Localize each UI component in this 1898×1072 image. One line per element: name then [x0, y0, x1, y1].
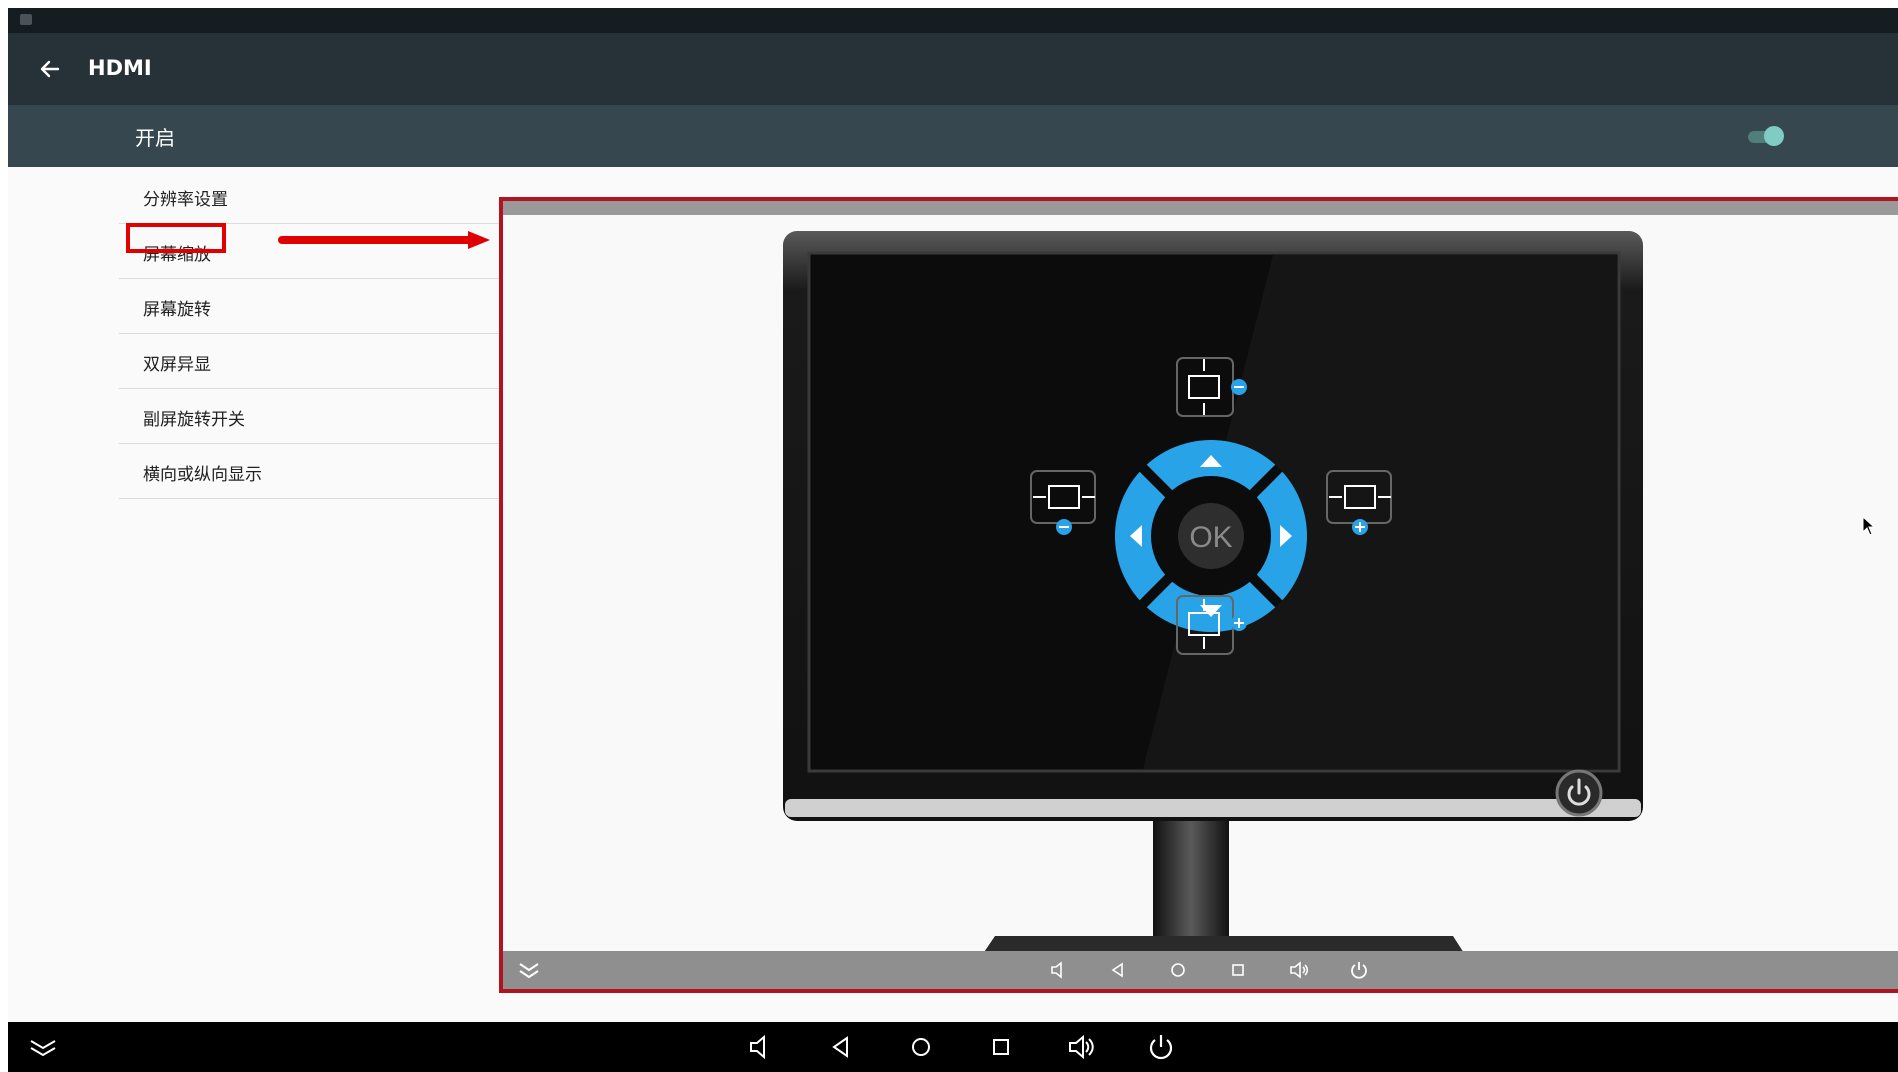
menu-item-orientation[interactable]: 横向或纵向显示 — [119, 444, 506, 499]
power-icon[interactable] — [1146, 1032, 1176, 1062]
preview-status-bar — [503, 201, 1898, 215]
menu-item-label: 副屏旋转开关 — [143, 410, 245, 430]
menu-item-screen-rotation[interactable]: 屏幕旋转 — [119, 279, 506, 334]
power-icon — [1351, 962, 1367, 979]
settings-menu: 分辨率设置 屏幕缩放 屏幕旋转 双屏异显 副屏旋转开关 横向或纵向显示 — [119, 169, 506, 499]
switch-label: 开启 — [135, 126, 175, 150]
home-icon — [1171, 963, 1185, 977]
status-bar — [8, 8, 1898, 33]
action-bar: HDMI — [8, 33, 1898, 105]
mouse-cursor-icon — [1862, 516, 1876, 536]
notification-icon — [20, 14, 32, 25]
ok-button-label: OK — [1189, 521, 1232, 554]
master-switch-bar[interactable]: 开启 — [8, 105, 1898, 167]
arrow-right-annotation-icon — [278, 231, 490, 249]
menu-item-label: 横向或纵向显示 — [143, 465, 262, 485]
back-icon — [1111, 962, 1123, 978]
volume-up-icon[interactable] — [1066, 1032, 1096, 1062]
volume-down-icon[interactable] — [746, 1032, 776, 1062]
recents-icon — [1232, 964, 1244, 976]
recents-icon[interactable] — [986, 1032, 1016, 1062]
screen-scaling-preview: OK — [499, 197, 1898, 993]
arrow-left-icon[interactable] — [34, 53, 66, 85]
menu-item-secondary-rotation[interactable]: 副屏旋转开关 — [119, 389, 506, 444]
menu-item-dual-display[interactable]: 双屏异显 — [119, 334, 506, 389]
system-nav-bar — [8, 1022, 1898, 1072]
monitor-illustration: OK — [783, 231, 1643, 961]
volume-up-icon — [1290, 961, 1309, 979]
home-icon[interactable] — [906, 1032, 936, 1062]
collapse-icon[interactable] — [28, 1032, 58, 1062]
back-icon[interactable] — [826, 1032, 856, 1062]
preview-nav-bar — [503, 951, 1898, 989]
menu-item-label: 屏幕旋转 — [143, 300, 211, 320]
enable-toggle[interactable] — [1748, 125, 1784, 147]
monitor-power-icon — [1555, 769, 1603, 817]
menu-item-label: 双屏异显 — [143, 355, 211, 375]
menu-item-resolution[interactable]: 分辨率设置 — [119, 169, 506, 224]
menu-item-label: 分辨率设置 — [143, 190, 228, 210]
collapse-icon — [519, 963, 539, 979]
page-title: HDMI — [88, 56, 152, 80]
highlight-annotation-box — [126, 223, 226, 253]
volume-down-icon — [1051, 961, 1062, 979]
toggle-thumb — [1764, 126, 1784, 146]
screen: HDMI 开启 分辨率设置 屏幕缩放 屏幕旋转 双屏异显 副屏旋转开关 横向或纵… — [8, 8, 1898, 1072]
